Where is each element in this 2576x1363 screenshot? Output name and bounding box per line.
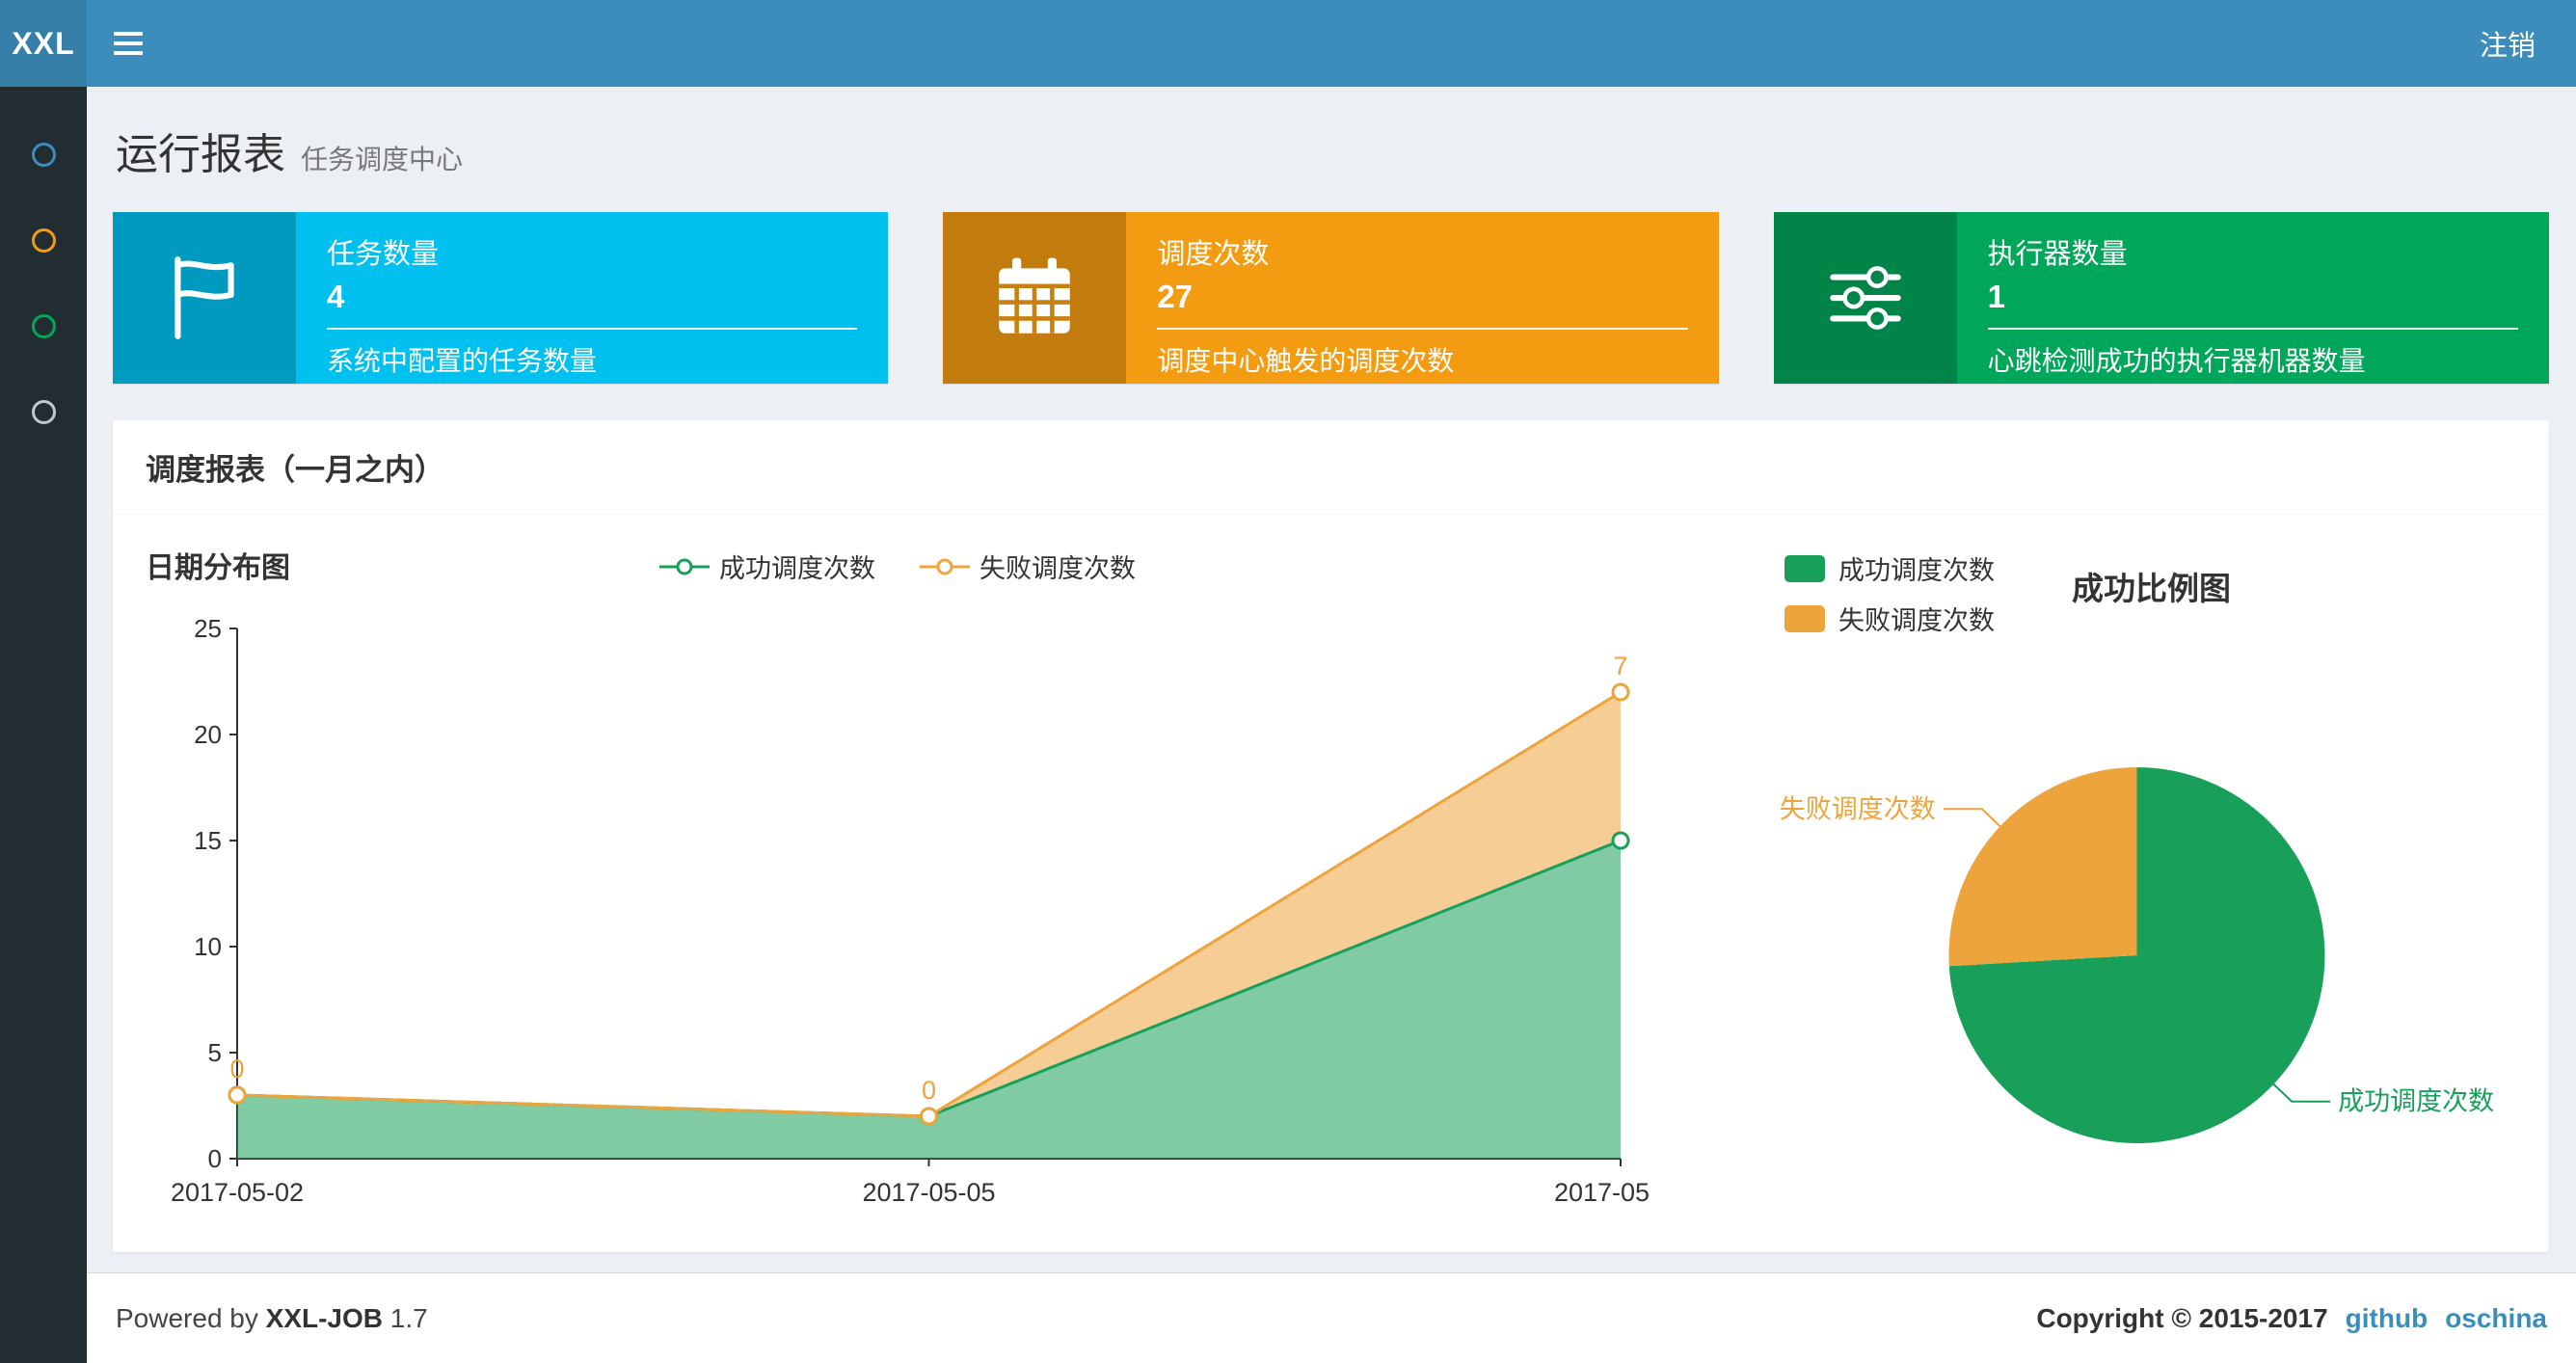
info-box-text: 调度次数 27 调度中心触发的调度次数 (1126, 212, 1718, 384)
powered-prefix: Powered by (116, 1303, 258, 1333)
top-navbar: XXL 注销 (0, 0, 2576, 87)
svg-text:10: 10 (194, 932, 222, 961)
app-logo[interactable]: XXL (0, 0, 87, 87)
legend-label: 成功调度次数 (719, 548, 875, 585)
line-chart-header: 日期分布图 成功调度次数 失败调度次数 (146, 528, 1650, 600)
report-panel: 调度报表（一月之内） 日期分布图 成功调度次数失败调度次数 0510152025… (113, 420, 2549, 1252)
circle-icon (32, 400, 56, 424)
panel-title: 调度报表（一月之内） (113, 420, 2549, 515)
svg-text:20: 20 (194, 720, 222, 749)
info-box-title: 执行器数量 (1988, 231, 2518, 272)
info-box-text: 执行器数量 1 心跳检测成功的执行器机器数量 (1957, 212, 2549, 384)
sidebar-item-4[interactable] (0, 369, 87, 455)
legend-item[interactable]: 成功调度次数 (659, 548, 875, 585)
info-box-value: 27 (1157, 279, 1687, 315)
pie-chart-legend: 成功调度次数失败调度次数 (1784, 549, 1995, 637)
svg-text:2017-05-05: 2017-05-05 (862, 1178, 995, 1207)
svg-text:0: 0 (922, 1076, 936, 1105)
brand-name: XXL-JOB (266, 1303, 383, 1333)
info-box-title: 任务数量 (327, 231, 857, 272)
divider (1988, 328, 2518, 330)
page-title: 运行报表 (116, 131, 285, 178)
svg-text:0: 0 (208, 1144, 222, 1173)
github-link[interactable]: github (2346, 1303, 2428, 1334)
legend-label: 成功调度次数 (1838, 549, 1995, 587)
legend-item[interactable]: 成功调度次数 (1784, 549, 1995, 587)
info-box-value: 4 (327, 279, 857, 315)
navbar-spacer (170, 0, 2439, 87)
divider (327, 328, 857, 330)
pie-chart-title: 成功比例图 (2072, 563, 2231, 609)
legend-label: 失败调度次数 (979, 548, 1136, 585)
svg-text:25: 25 (194, 614, 222, 643)
info-box-triggers: 调度次数 27 调度中心触发的调度次数 (943, 212, 1718, 384)
line-chart-title: 日期分布图 (146, 544, 290, 586)
info-box-description: 系统中配置的任务数量 (327, 340, 857, 379)
panel-body: 日期分布图 成功调度次数失败调度次数 05101520252017-05-022… (113, 515, 2549, 1252)
circle-icon (32, 228, 56, 253)
circle-icon (32, 314, 56, 338)
legend-swatch (1784, 605, 1825, 632)
info-box-description: 心跳检测成功的执行器机器数量 (1988, 340, 2518, 379)
flag-icon (113, 212, 296, 384)
sidebar-item-3[interactable] (0, 283, 87, 369)
svg-text:0: 0 (229, 1055, 244, 1083)
info-box-title: 调度次数 (1157, 231, 1687, 272)
svg-text:2017-05-02: 2017-05-02 (171, 1178, 304, 1207)
svg-text:失败调度次数: 失败调度次数 (1780, 794, 1936, 823)
info-box-description: 调度中心触发的调度次数 (1157, 340, 1687, 379)
info-box-text: 任务数量 4 系统中配置的任务数量 (296, 212, 888, 384)
pie-chart: 成功调度次数 失败调度次数 (1650, 637, 2516, 1235)
pie-chart-header: 成功调度次数失败调度次数 成功比例图 (1650, 528, 2516, 637)
sliders-icon (1774, 212, 1957, 384)
divider (1157, 328, 1687, 330)
legend-line-marker (659, 557, 710, 576)
sidebar-toggle-button[interactable] (87, 0, 170, 87)
pie-chart-area: 成功调度次数失败调度次数 成功比例图 成功调度次数失败调度次数 (1650, 528, 2516, 1235)
calendar-icon (943, 212, 1126, 384)
oschina-link[interactable]: oschina (2445, 1303, 2547, 1334)
footer-copyright: Copyright © 2015-2017 github oschina (2036, 1303, 2547, 1334)
svg-text:成功调度次数: 成功调度次数 (2338, 1087, 2494, 1116)
legend-item[interactable]: 失败调度次数 (920, 548, 1136, 585)
hamburger-icon (114, 32, 143, 55)
line-chart-legend: 成功调度次数 失败调度次数 (146, 528, 1650, 585)
footer-powered-by: Powered by XXL-JOB 1.7 (116, 1303, 428, 1334)
line-chart-area: 日期分布图 成功调度次数失败调度次数 05101520252017-05-022… (146, 528, 1650, 1235)
info-box-value: 1 (1988, 279, 2518, 315)
svg-text:2017-05-08: 2017-05-08 (1554, 1178, 1650, 1207)
copyright-text: Copyright © 2015-2017 (2036, 1303, 2327, 1334)
svg-text:7: 7 (1613, 652, 1627, 681)
circle-icon (32, 143, 56, 167)
version: 1.7 (390, 1303, 428, 1333)
content-area: 运行报表任务调度中心 任务数量 4 系统中配置的任务数量 (87, 87, 2576, 1272)
legend-line-marker (920, 557, 970, 576)
svg-text:5: 5 (208, 1038, 222, 1067)
svg-text:15: 15 (194, 826, 222, 855)
legend-label: 失败调度次数 (1838, 600, 1995, 637)
page-header: 运行报表任务调度中心 (87, 87, 2576, 181)
line-chart: 05101520252017-05-022017-05-052017-05-08… (146, 600, 1650, 1216)
info-box-jobs: 任务数量 4 系统中配置的任务数量 (113, 212, 888, 384)
sidebar (0, 87, 87, 1363)
info-box-executors: 执行器数量 1 心跳检测成功的执行器机器数量 (1774, 212, 2549, 384)
footer: Powered by XXL-JOB 1.7 Copyright © 2015-… (87, 1272, 2576, 1363)
logout-link[interactable]: 注销 (2439, 0, 2576, 87)
sidebar-item-1[interactable] (0, 112, 87, 198)
page-subtitle: 任务调度中心 (301, 145, 463, 174)
legend-item[interactable]: 失败调度次数 (1784, 600, 1995, 637)
sidebar-item-2[interactable] (0, 198, 87, 283)
legend-swatch (1784, 555, 1825, 582)
info-box-row: 任务数量 4 系统中配置的任务数量 (113, 212, 2549, 384)
